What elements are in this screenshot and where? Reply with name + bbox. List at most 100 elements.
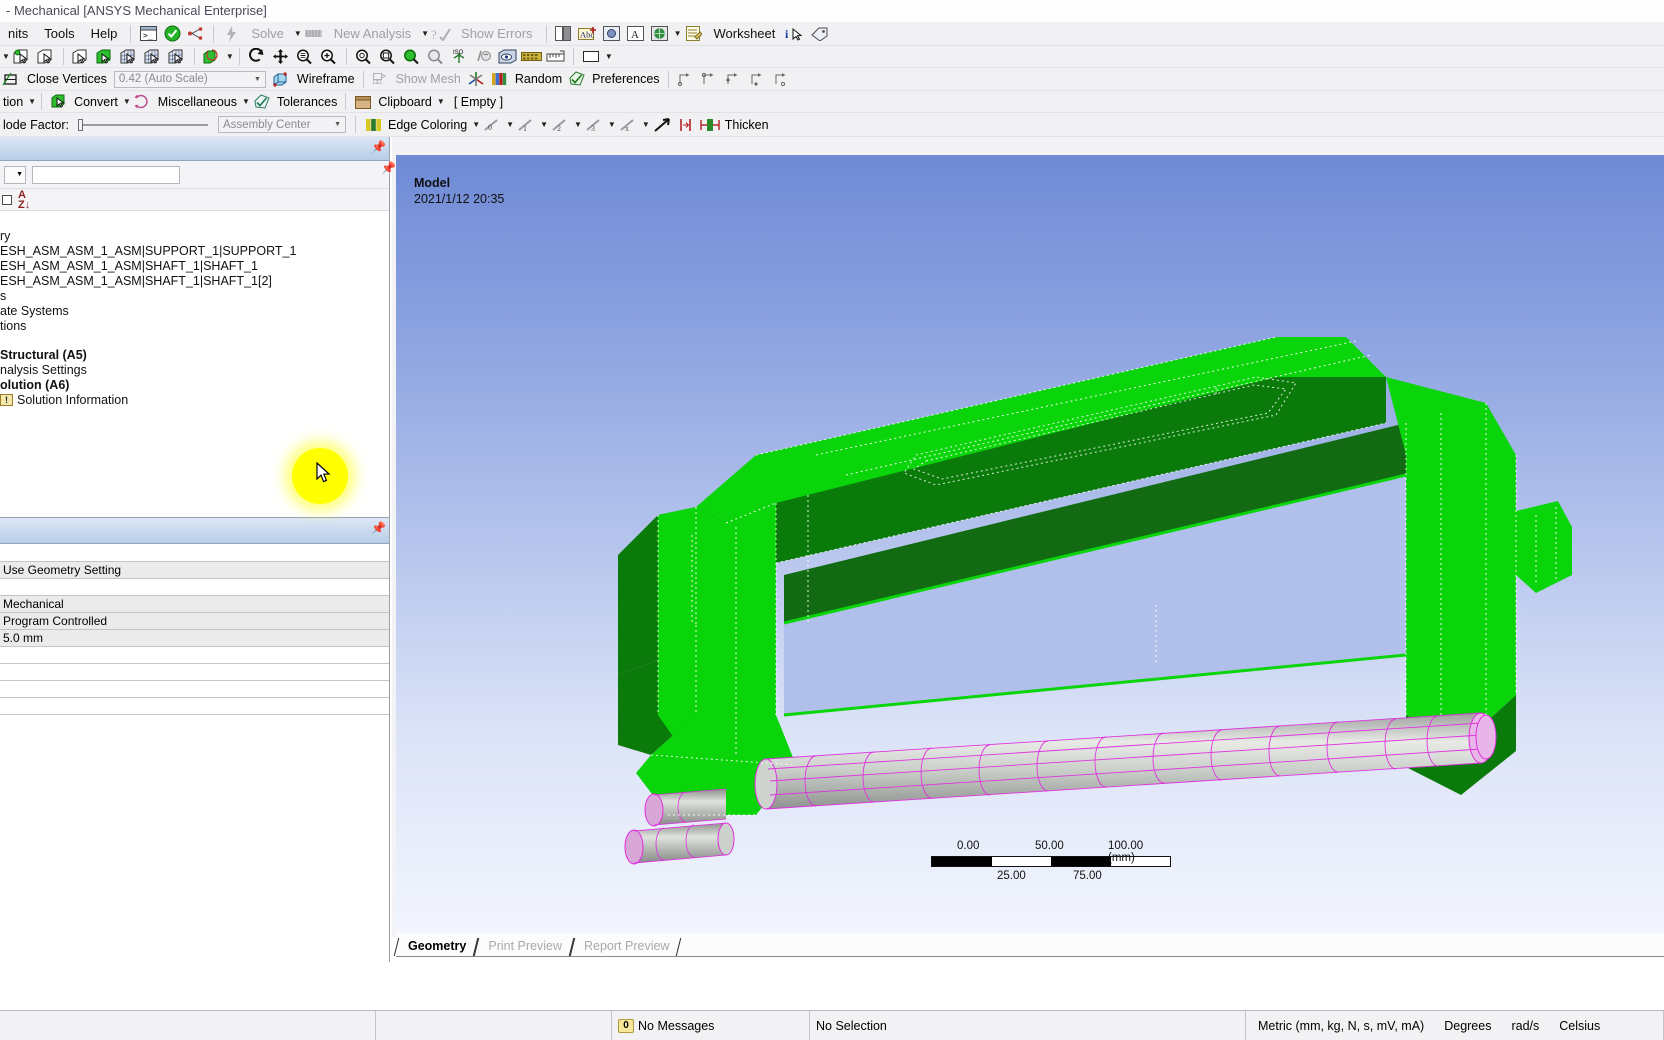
tree-item-6[interactable]: tions	[0, 319, 389, 334]
filmstrip-icon[interactable]	[521, 47, 543, 67]
zoom-box-select-icon[interactable]	[377, 47, 399, 67]
select-mesh-face-icon[interactable]	[166, 47, 188, 67]
graphics-viewport[interactable]: Model 2021/1/12 20:35 0.00 50.00 100.00 …	[396, 155, 1664, 933]
iso-view-icon[interactable]: ISO	[449, 47, 471, 67]
zoom-to-fit-icon[interactable]	[353, 47, 375, 67]
extend-dropdown-arrow[interactable]: ▼	[226, 52, 234, 61]
close-vertices-icon[interactable]	[1, 69, 23, 89]
image-capture-icon[interactable]	[601, 24, 623, 44]
clipboard-arrow[interactable]: ▼	[437, 97, 445, 106]
check-ok-icon[interactable]	[161, 24, 183, 44]
edge-thickness-2-arrow[interactable]: ▼	[574, 120, 582, 129]
edge-thickness-3-arrow[interactable]: ▼	[608, 120, 616, 129]
select-edge-icon[interactable]	[35, 47, 57, 67]
chart-dropdown-arrow[interactable]: ▼	[674, 29, 682, 38]
rotate-icon[interactable]	[246, 47, 268, 67]
details-row[interactable]	[0, 578, 389, 596]
edge-direction-3-icon[interactable]	[723, 69, 745, 89]
select-face-icon[interactable]	[70, 47, 92, 67]
named-selection-icon[interactable]	[553, 24, 575, 44]
chart-globe-icon[interactable]	[649, 24, 671, 44]
background-dropdown-arrow[interactable]: ▼	[605, 52, 613, 61]
status-messages[interactable]: 0 No Messages	[612, 1011, 810, 1040]
arrow-direction-icon[interactable]	[651, 115, 673, 135]
menu-item-tools[interactable]: Tools	[36, 22, 82, 45]
coordinate-triad-icon[interactable]	[465, 69, 487, 89]
tree-item-3[interactable]: ESH_ASM_ASM_1_ASM|SHAFT_1|SHAFT_1[2]	[0, 274, 389, 289]
tree-item-4[interactable]: s	[0, 289, 389, 304]
details-row[interactable]: Mechanical	[0, 595, 389, 613]
convert-icon[interactable]	[48, 92, 70, 112]
select-mesh-element-icon[interactable]	[142, 47, 164, 67]
worksheet-label[interactable]: Worksheet	[705, 22, 783, 45]
edge-direction-5-icon[interactable]	[771, 69, 793, 89]
edge-coloring-label[interactable]: Edge Coloring	[385, 118, 470, 132]
connections-section-arrow[interactable]: ▼	[28, 97, 36, 106]
command-window-icon[interactable]: >_	[137, 24, 159, 44]
edge-thickness-0-arrow[interactable]: ▼	[506, 120, 514, 129]
miscellaneous-icon[interactable]	[132, 92, 154, 112]
details-row[interactable]: Use Geometry Setting	[0, 561, 389, 579]
tab-report-preview[interactable]: Report Preview	[572, 936, 679, 956]
tree-item-0[interactable]: ry	[0, 229, 389, 244]
pan-icon[interactable]	[270, 47, 292, 67]
tab-print-preview[interactable]: Print Preview	[476, 936, 572, 956]
zoom-box-icon[interactable]	[294, 47, 316, 67]
outline-filter-combo[interactable]: ▼	[4, 165, 26, 184]
tolerances-label[interactable]: Tolerances	[274, 95, 340, 109]
tree-item-2[interactable]: ESH_ASM_ASM_1_ASM|SHAFT_1|SHAFT_1	[0, 259, 389, 274]
text-annotation-icon[interactable]: A	[625, 24, 647, 44]
random-label[interactable]: Random	[512, 72, 565, 86]
select-vertex-icon[interactable]	[11, 47, 33, 67]
view-cube-icon[interactable]	[497, 47, 519, 67]
edge-direction-1-icon[interactable]	[675, 69, 697, 89]
edge-coloring-arrow[interactable]: ▼	[472, 120, 480, 129]
set-view-icon[interactable]	[473, 47, 495, 67]
details-row[interactable]	[0, 544, 389, 562]
menu-item-units[interactable]: nits	[0, 22, 36, 45]
background-color-icon[interactable]	[580, 47, 602, 67]
details-pin-icon[interactable]: 📌	[371, 522, 386, 536]
connections-section-label[interactable]: tion	[0, 95, 26, 109]
details-row[interactable]	[0, 663, 389, 681]
select-mesh-node-icon[interactable]	[118, 47, 140, 67]
edge-thickness-x-arrow[interactable]: ▼	[642, 120, 650, 129]
explode-slider-thumb[interactable]	[78, 118, 84, 131]
menu-item-help[interactable]: Help	[83, 22, 126, 45]
tree-item-static-structural[interactable]: Structural (A5)	[0, 348, 389, 363]
preferences-label[interactable]: Preferences	[589, 72, 662, 86]
edge-thickness-1-icon[interactable]: 1	[515, 115, 537, 135]
tree-item-solution[interactable]: olution (A6)	[0, 378, 389, 393]
random-colors-icon[interactable]	[489, 69, 511, 89]
thickness-direction-icon[interactable]	[675, 115, 697, 135]
tab-geometry[interactable]: Geometry	[396, 936, 476, 956]
details-row[interactable]	[0, 697, 389, 715]
sort-az-icon[interactable]: A Z↓	[18, 189, 30, 210]
outline-pin-icon[interactable]: 📌	[371, 141, 386, 155]
edge-thickness-2-icon[interactable]: 2	[549, 115, 571, 135]
zoom-previous-icon[interactable]	[401, 47, 423, 67]
node-merge-icon[interactable]	[185, 24, 207, 44]
explode-factor-slider[interactable]	[78, 118, 209, 131]
convert-label[interactable]: Convert	[71, 95, 121, 109]
outline-expand-icon[interactable]	[2, 194, 12, 205]
select-body-icon[interactable]	[94, 47, 116, 67]
edge-thickness-x-icon[interactable]: x	[617, 115, 639, 135]
tag-label-icon[interactable]	[808, 24, 830, 44]
worksheet-icon[interactable]	[682, 24, 704, 44]
tree-item-solution-information[interactable]: Solution Information	[0, 393, 389, 408]
edge-thickness-3-icon[interactable]: 3	[583, 115, 605, 135]
details-row[interactable]: 5.0 mm	[0, 629, 389, 647]
tree-item-analysis-settings[interactable]: nalysis Settings	[0, 363, 389, 378]
details-row[interactable]: Program Controlled	[0, 612, 389, 630]
auto-scale-combo[interactable]: 0.42 (Auto Scale) ▼	[113, 70, 266, 88]
tree-item-1[interactable]: ESH_ASM_ASM_1_ASM|SUPPORT_1|SUPPORT_1	[0, 244, 389, 259]
miscellaneous-arrow[interactable]: ▼	[242, 97, 250, 106]
tree-item-5[interactable]: ate Systems	[0, 304, 389, 319]
edge-direction-2-icon[interactable]	[699, 69, 721, 89]
edge-coloring-icon[interactable]	[362, 115, 384, 135]
extend-selection-icon[interactable]	[201, 47, 223, 67]
ruler-icon[interactable]	[545, 47, 567, 67]
explode-slider-track[interactable]	[78, 118, 209, 131]
outline-filter-input[interactable]	[32, 165, 180, 184]
